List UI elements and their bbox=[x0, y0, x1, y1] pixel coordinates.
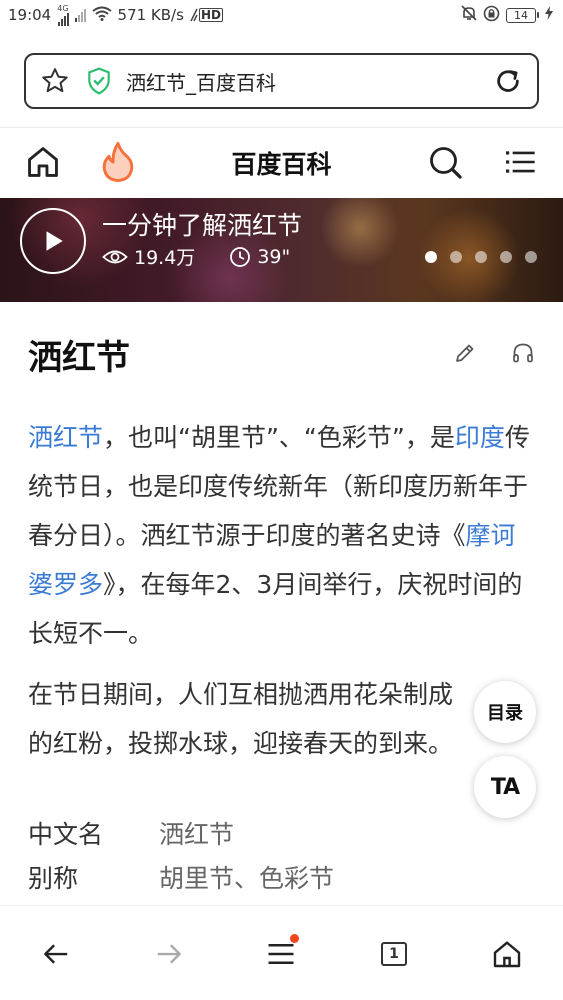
hd-icon: HD bbox=[190, 8, 223, 22]
notification-dot bbox=[290, 934, 299, 943]
carousel-dot[interactable] bbox=[525, 251, 537, 263]
secure-shield-icon[interactable] bbox=[86, 67, 112, 95]
back-arrow-icon bbox=[44, 944, 68, 964]
tab-count: 1 bbox=[381, 942, 407, 966]
site-title: 百度百科 bbox=[231, 150, 332, 179]
article-title: 洒红节 bbox=[28, 338, 130, 378]
menu-icon[interactable] bbox=[504, 146, 536, 178]
bookmark-star-icon[interactable] bbox=[40, 66, 70, 96]
network-label: 4G bbox=[57, 3, 69, 13]
tabs-button[interactable]: 1 bbox=[370, 930, 418, 978]
signal-icon bbox=[74, 8, 86, 22]
carousel-dot[interactable] bbox=[475, 251, 487, 263]
article-summary: 洒红节，也叫“胡里节”、“色彩节”，是印度传统节日，也是印度传统新年（新印度历新… bbox=[28, 413, 535, 658]
home-icon bbox=[493, 941, 521, 968]
info-row: 中文名 洒红节 bbox=[28, 813, 334, 857]
refresh-icon[interactable] bbox=[493, 66, 523, 96]
article-text: ，也叫“胡里节”、“色彩节”，是 bbox=[103, 423, 455, 452]
video-title: 一分钟了解洒红节 bbox=[102, 211, 303, 240]
charging-icon bbox=[545, 6, 553, 24]
headphones-icon[interactable] bbox=[511, 341, 535, 369]
font-size-button[interactable]: TA bbox=[474, 756, 536, 818]
hamburger-icon bbox=[268, 944, 294, 964]
carousel-dot[interactable] bbox=[450, 251, 462, 263]
forward-button[interactable] bbox=[145, 930, 193, 978]
video-duration: 39" bbox=[257, 245, 291, 268]
site-header: 百度百科 bbox=[0, 128, 563, 198]
info-key: 别称 bbox=[28, 864, 79, 893]
browser-menu-button[interactable] bbox=[257, 930, 305, 978]
browser-bottom-bar: 1 bbox=[0, 905, 563, 1000]
network-speed: 571 KB/s bbox=[117, 6, 184, 24]
play-icon bbox=[46, 231, 63, 251]
status-right: 14 bbox=[461, 5, 553, 26]
carousel-dot[interactable] bbox=[425, 251, 437, 263]
video-meta: 19.4万 39" bbox=[102, 243, 290, 270]
article-text: 》，在每年2、3月间举行，庆祝时间的长短不一。 bbox=[28, 570, 523, 648]
info-row: 别称 胡里节、色彩节 bbox=[28, 857, 334, 901]
info-key: 中文名 bbox=[28, 820, 104, 849]
signal-4g-icon: 4G bbox=[57, 3, 69, 26]
video-banner[interactable]: 一分钟了解洒红节 19.4万 39" bbox=[0, 198, 563, 302]
home-icon[interactable] bbox=[24, 143, 62, 181]
wifi-icon bbox=[91, 6, 112, 25]
play-button[interactable] bbox=[20, 208, 86, 274]
search-icon[interactable] bbox=[427, 144, 463, 180]
battery-level: 14 bbox=[506, 7, 536, 23]
mute-icon bbox=[461, 5, 477, 25]
eye-icon bbox=[102, 247, 128, 267]
article-link[interactable]: 印度 bbox=[455, 423, 505, 452]
article-paragraph: 在节日期间，人们互相抛洒用花朵制成的红粉，投掷水球，迎接春天的到来。 bbox=[28, 680, 454, 758]
battery-icon: 14 bbox=[506, 7, 539, 23]
table-of-contents-button[interactable]: 目录 bbox=[474, 681, 536, 743]
status-bar: 19:04 4G 571 KB/s HD 14 bbox=[0, 0, 563, 30]
forward-arrow-icon bbox=[157, 944, 181, 964]
lock-rotation-icon bbox=[483, 5, 500, 26]
info-value: 洒红节 bbox=[159, 820, 235, 849]
browser-home-button[interactable] bbox=[483, 930, 531, 978]
article-link[interactable]: 洒红节 bbox=[28, 423, 103, 452]
hd-label: HD bbox=[198, 8, 223, 22]
carousel-dots[interactable] bbox=[425, 251, 537, 263]
url-text[interactable]: 洒红节_百度百科 bbox=[126, 67, 493, 96]
carousel-dot[interactable] bbox=[500, 251, 512, 263]
status-left: 19:04 4G 571 KB/s HD bbox=[8, 3, 223, 26]
info-value: 胡里节、色彩节 bbox=[159, 864, 335, 893]
clock-icon bbox=[229, 246, 251, 268]
back-button[interactable] bbox=[32, 930, 80, 978]
basic-info-table: 中文名 洒红节别称 胡里节、色彩节 bbox=[28, 813, 334, 901]
status-time: 19:04 bbox=[8, 6, 52, 24]
edit-pencil-icon[interactable] bbox=[453, 341, 477, 369]
video-views: 19.4万 bbox=[134, 247, 196, 269]
address-bar[interactable]: 洒红节_百度百科 bbox=[24, 53, 539, 109]
hot-fire-icon[interactable] bbox=[98, 141, 138, 183]
